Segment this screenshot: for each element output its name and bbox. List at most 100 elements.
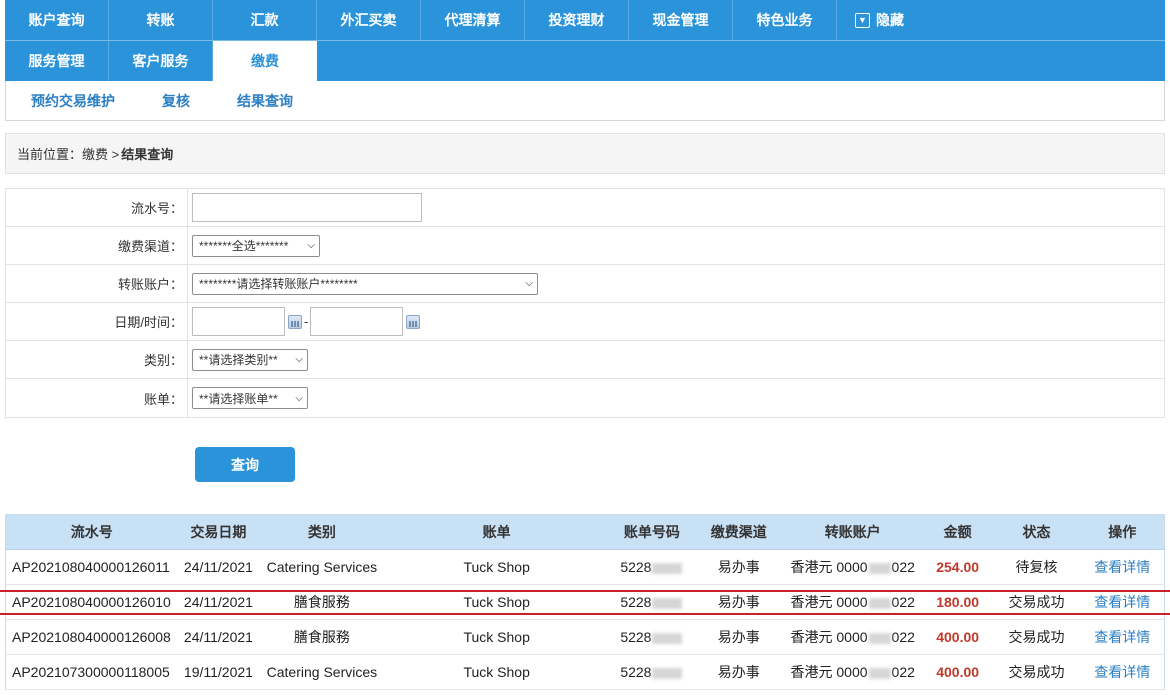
serial-label: 流水号： <box>6 189 188 226</box>
form-row-serial: 流水号： <box>6 189 1164 227</box>
view-details-link[interactable]: 查看详情 <box>1094 629 1150 645</box>
account-label: 转账账户： <box>6 265 188 302</box>
highlight-line-bottom <box>0 613 1170 615</box>
cell-bill: Tuck Shop <box>384 549 609 585</box>
category-select-value: **请选择类别** <box>199 353 278 367</box>
date-to-input[interactable] <box>310 307 404 336</box>
account-prefix: 0000 <box>836 559 868 575</box>
cell-action: 查看详情 <box>1080 619 1165 655</box>
chevron-down-icon: ▼ <box>855 12 870 28</box>
cell-category: 膳食服務 <box>259 619 385 655</box>
col-account: 转账账户 <box>782 514 923 550</box>
serial-input[interactable] <box>192 193 422 222</box>
nav-item-remittance[interactable]: 汇款 <box>213 0 317 40</box>
nav-item-cash-management[interactable]: 现金管理 <box>629 0 733 40</box>
cell-category: Catering Services <box>259 549 385 585</box>
calendar-icon[interactable] <box>406 314 421 329</box>
bill-no-prefix: 5228 <box>620 629 652 645</box>
cell-account: 香港元 0000 022 <box>782 654 923 690</box>
cell-bill-no: 5228 <box>608 549 695 585</box>
col-date: 交易日期 <box>177 514 260 550</box>
account-suffix: 022 <box>891 629 915 645</box>
cell-channel: 易办事 <box>694 549 783 585</box>
nav-item-special-services[interactable]: 特色业务 <box>733 0 837 40</box>
masked-digits <box>868 632 891 644</box>
cell-bill-no: 5228 <box>608 619 695 655</box>
chevron-down-icon: ⌵ <box>295 392 303 404</box>
cell-status: 交易成功 <box>992 619 1081 655</box>
account-currency: 香港元 <box>790 629 833 645</box>
masked-digits <box>868 562 891 574</box>
channel-select[interactable]: *******全选******* ⌵ <box>192 234 320 257</box>
cell-amount: 400.00 <box>922 654 993 690</box>
masked-digits <box>868 667 891 679</box>
calendar-icon[interactable] <box>288 314 302 329</box>
form-row-account: 转账账户： ********请选择转账账户******** ⌵ <box>6 265 1164 303</box>
cell-serial: AP202108040000126011 <box>5 549 178 585</box>
breadcrumb-current: 结果查询 <box>121 147 174 162</box>
form-row-category: 类别： **请选择类别** ⌵ <box>6 341 1164 379</box>
col-category: 类别 <box>259 514 385 550</box>
nav-item-transfer[interactable]: 转账 <box>109 0 213 40</box>
cell-date: 24/11/2021 <box>177 619 260 655</box>
highlight-line-top <box>0 590 1170 592</box>
cell-account: 香港元 0000 022 <box>782 619 923 655</box>
nav-item-account-inquiry[interactable]: 账户查询 <box>5 0 109 40</box>
table-row: AP202108040000126008 24/11/2021 膳食服務 Tuck S… <box>5 619 1165 655</box>
query-button[interactable]: 查询 <box>195 447 295 482</box>
account-select[interactable]: ********请选择转账账户******** ⌵ <box>192 272 538 295</box>
account-currency: 香港元 <box>790 664 833 680</box>
bill-select[interactable]: **请选择账单** ⌵ <box>192 387 308 409</box>
account-select-value: ********请选择转账账户******** <box>199 277 358 291</box>
account-suffix: 022 <box>891 664 915 680</box>
nav-item-bill-payment[interactable]: 缴费 <box>213 41 317 81</box>
nav-item-investment[interactable]: 投资理财 <box>525 0 629 40</box>
date-separator: - <box>304 314 309 329</box>
nav-item-clearing[interactable]: 代理清算 <box>421 0 525 40</box>
cell-channel: 易办事 <box>694 654 783 690</box>
masked-digits <box>652 632 683 644</box>
subnav-scheduled-maintenance[interactable]: 预约交易维护 <box>31 91 115 111</box>
hide-label: 隐藏 <box>876 12 904 28</box>
masked-digits <box>652 667 683 679</box>
account-prefix: 0000 <box>836 664 868 680</box>
table-row: AP202107300000118005 19/11/2021 Catering S… <box>5 654 1165 690</box>
nav-item-forex[interactable]: 外汇买卖 <box>317 0 421 40</box>
cell-channel: 易办事 <box>694 619 783 655</box>
table-header-row: 流水号 交易日期 类别 账单 账单号码 缴费渠道 转账账户 金额 状态 操作 <box>5 514 1165 550</box>
nav-item-customer-service[interactable]: 客户服务 <box>109 41 213 81</box>
cell-status: 待复核 <box>992 549 1081 585</box>
view-details-link[interactable]: 查看详情 <box>1094 664 1150 680</box>
chevron-down-icon: ⌵ <box>295 354 303 365</box>
cell-bill: Tuck Shop <box>384 619 609 655</box>
nav-item-service-management[interactable]: 服务管理 <box>5 41 109 81</box>
view-details-link[interactable]: 查看详情 <box>1094 559 1150 575</box>
account-currency: 香港元 <box>790 594 833 610</box>
category-select[interactable]: **请选择类别** ⌵ <box>192 348 308 371</box>
masked-digits <box>652 562 683 574</box>
chevron-down-icon: ⌵ <box>307 240 315 251</box>
cell-amount: 254.00 <box>922 549 993 585</box>
cell-serial: AP202107300000118005 <box>5 654 178 690</box>
col-bill-no: 账单号码 <box>608 514 695 550</box>
account-suffix: 022 <box>891 559 915 575</box>
nav-hide-toggle[interactable]: ▼ 隐藏 <box>837 0 941 40</box>
chevron-down-icon: ⌵ <box>525 278 533 289</box>
subnav-review[interactable]: 复核 <box>162 91 190 111</box>
bill-select-value: **请选择账单** <box>199 391 278 406</box>
bill-label: 账单： <box>6 379 188 417</box>
bill-no-prefix: 5228 <box>620 664 652 680</box>
col-serial: 流水号 <box>5 514 178 550</box>
category-label: 类别： <box>6 341 188 378</box>
cell-date: 24/11/2021 <box>177 549 260 585</box>
form-row-date: 日期/时间： - <box>6 303 1164 341</box>
main-nav: 账户查询 转账 汇款 外汇买卖 代理清算 投资理财 现金管理 特色业务 ▼ 隐藏… <box>5 0 1165 81</box>
date-label: 日期/时间： <box>6 303 188 340</box>
nav-row-1: 账户查询 转账 汇款 外汇买卖 代理清算 投资理财 现金管理 特色业务 ▼ 隐藏 <box>5 0 1165 41</box>
subnav-result-inquiry[interactable]: 结果查询 <box>237 91 293 111</box>
table-row: AP202108040000126011 24/11/2021 Catering S… <box>5 549 1165 585</box>
bill-no-prefix: 5228 <box>620 594 652 610</box>
cell-action: 查看详情 <box>1080 654 1165 690</box>
date-from-input[interactable] <box>192 307 285 336</box>
view-details-link[interactable]: 查看详情 <box>1094 594 1150 610</box>
